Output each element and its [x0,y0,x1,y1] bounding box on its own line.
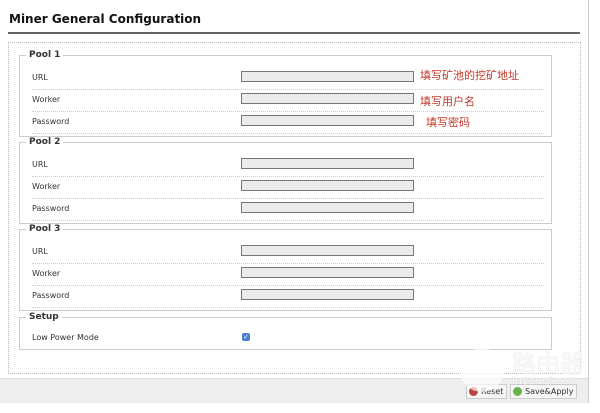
check-icon [513,387,522,396]
pool-1-url-input[interactable] [241,71,414,82]
url-label: URL [32,73,48,82]
pool-3-fieldset: Pool 3 URL Worker Password [19,224,552,311]
pool-3-worker-row: Worker [32,264,544,286]
password-label: Password [32,117,70,126]
password-annotation: 填写密码 [426,116,470,129]
pool-2-password-input[interactable] [241,202,414,213]
pool-2-url-input[interactable] [241,158,414,169]
title-divider [8,32,580,34]
url-label: URL [32,160,48,169]
worker-annotation: 填写用户名 [420,95,475,108]
pool-3-worker-input[interactable] [241,267,414,278]
pool-2-worker-row: Worker [32,177,544,199]
pool-1-password-input[interactable] [241,115,414,126]
pool-3-password-input[interactable] [241,289,414,300]
page-title: Miner General Configuration [9,12,202,26]
url-label: URL [32,247,48,256]
pool-2-url-row: URL [32,155,544,177]
pool-3-password-row: Password [32,286,544,308]
low-power-row: Low Power Mode ✓ [32,328,544,349]
config-page: Miner General Configuration Pool 1 URL W… [0,0,589,403]
low-power-label: Low Power Mode [32,333,99,342]
save-apply-label: Save&Apply [525,387,574,396]
pool-2-worker-input[interactable] [241,180,414,191]
worker-label: Worker [32,95,61,104]
watermark-domain: luyouqi.com [512,374,580,387]
password-label: Password [32,204,70,213]
low-power-checkbox[interactable]: ✓ [242,333,250,341]
pool-3-legend: Pool 3 [29,224,61,234]
worker-label: Worker [32,269,61,278]
router-icon [460,348,504,392]
pool-3-url-row: URL [32,242,544,264]
setup-legend: Setup [29,312,59,322]
pool-2-legend: Pool 2 [29,137,61,147]
pool-2-password-row: Password [32,199,544,221]
pool-1-worker-input[interactable] [241,93,414,104]
password-label: Password [32,291,70,300]
url-annotation: 填写矿池的挖矿地址 [420,69,519,82]
setup-fieldset: Setup Low Power Mode ✓ [19,312,552,350]
pool-1-legend: Pool 1 [29,50,61,60]
worker-label: Worker [32,182,61,191]
pool-3-url-input[interactable] [241,245,414,256]
pool-2-fieldset: Pool 2 URL Worker Password [19,137,552,224]
